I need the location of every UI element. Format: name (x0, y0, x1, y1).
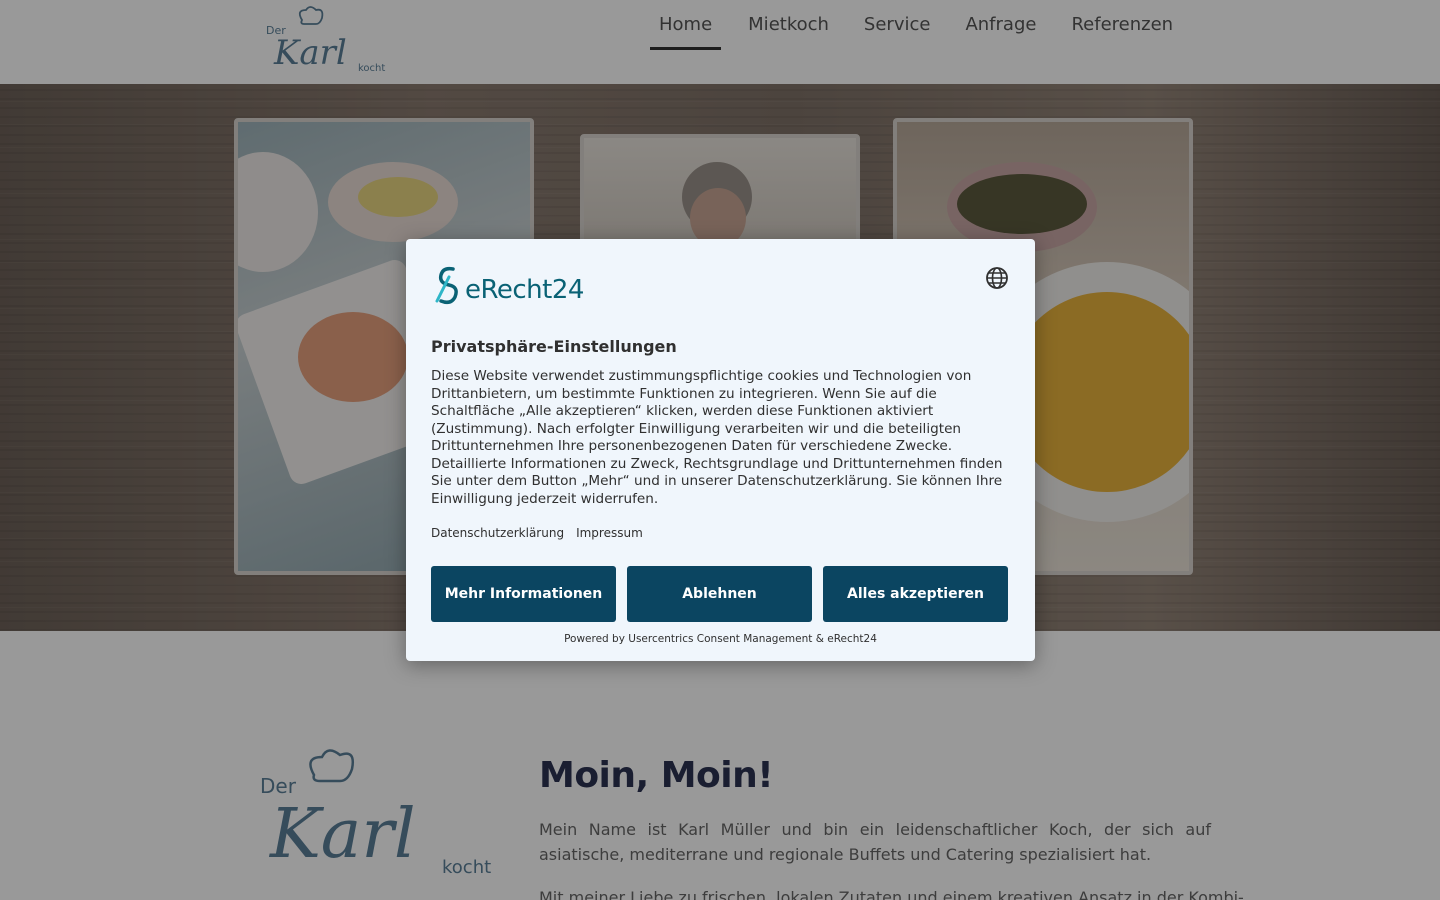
erecht24-brand-text: eRecht24 (465, 275, 584, 305)
erecht24-logo-icon (435, 266, 458, 305)
accept-all-button[interactable]: Alles akzeptieren (823, 566, 1008, 622)
consent-description: Diese Website verwendet zustimmungspflic… (431, 368, 1003, 507)
consent-links: Datenschutzerklärung Impressum (431, 526, 643, 540)
consent-dialog: eRecht24 Privatsphäre-Einstellungen Dies… (406, 239, 1035, 661)
decline-button[interactable]: Ablehnen (627, 566, 812, 622)
globe-icon[interactable] (985, 266, 1009, 290)
privacy-policy-link[interactable]: Datenschutzerklärung (431, 526, 564, 540)
more-info-button[interactable]: Mehr Informationen (431, 566, 616, 622)
consent-title: Privatsphäre-Einstellungen (431, 337, 677, 356)
powered-by-text: Powered by Usercentrics Consent Manageme… (564, 633, 877, 645)
erecht24-logo: eRecht24 (431, 265, 601, 305)
imprint-link[interactable]: Impressum (576, 526, 643, 540)
